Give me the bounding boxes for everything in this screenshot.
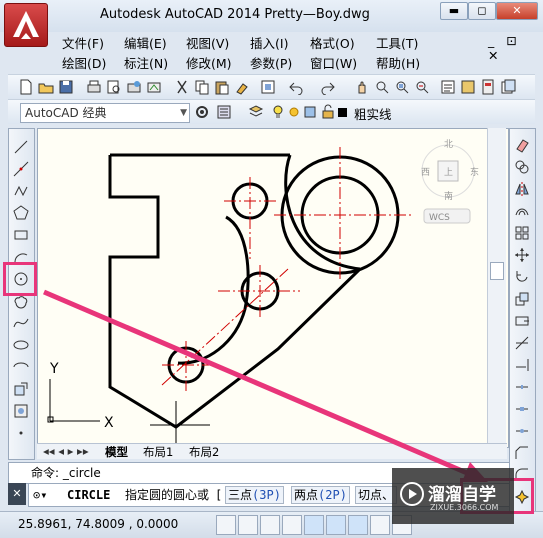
annotation-arrow bbox=[43, 289, 488, 482]
watermark-logo: 溜溜自学 ZIXUE.3066.COM bbox=[392, 468, 514, 524]
watermark-title: 溜溜自学 bbox=[428, 485, 496, 505]
circle-tool-highlight bbox=[3, 262, 37, 296]
play-logo-icon bbox=[400, 482, 424, 506]
watermark-subtitle: ZIXUE.3066.COM bbox=[430, 503, 499, 512]
